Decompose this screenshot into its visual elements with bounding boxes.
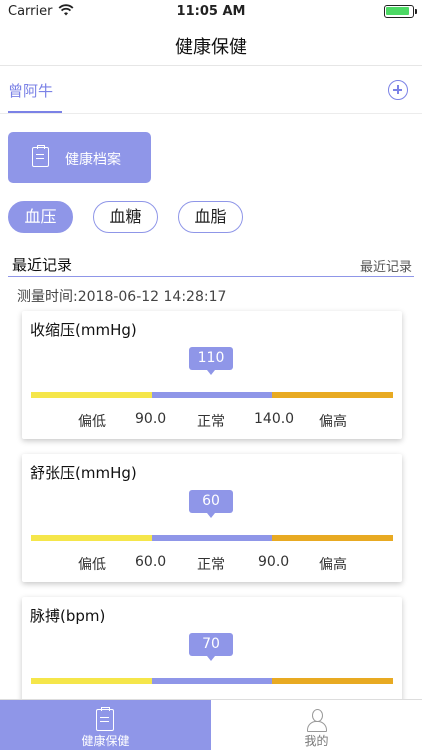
user-icon <box>307 709 327 732</box>
range-low-segment <box>31 678 152 684</box>
range-high-segment <box>272 392 393 398</box>
card-title: 舒张压(mmHg) <box>30 464 137 482</box>
low-threshold: 60.0 <box>135 554 167 570</box>
high-label: 偏高 <box>319 557 347 573</box>
range-bar <box>31 678 393 684</box>
health-file-icon <box>96 707 114 731</box>
range-labels: 偏低 60.0 正常 90.0 偏高 <box>22 554 402 573</box>
chip-blood-lipid[interactable]: 血脂 <box>178 201 243 233</box>
card-title: 脉搏(bpm) <box>30 607 106 625</box>
range-labels: 偏低 90.0 正常 140.0 偏高 <box>22 411 402 430</box>
range-bar <box>31 535 393 541</box>
status-bar: Carrier 11:05 AM <box>0 0 422 24</box>
tab-health[interactable]: 健康保健 <box>0 700 211 750</box>
health-file-button[interactable]: 健康档案 <box>8 132 151 183</box>
range-normal-segment <box>152 392 272 398</box>
value-bubble: 70 <box>189 633 233 661</box>
range-normal-segment <box>152 678 272 684</box>
range-high-segment <box>272 535 393 541</box>
low-label: 偏低 <box>78 557 106 573</box>
more-records-link[interactable]: 最近记录 <box>360 256 412 275</box>
chip-blood-sugar[interactable]: 血糖 <box>93 201 158 233</box>
health-file-label: 健康档案 <box>65 152 121 168</box>
low-label: 偏低 <box>78 414 106 430</box>
health-file-icon <box>32 145 49 167</box>
tab-health-label: 健康保健 <box>81 734 130 748</box>
value-bubble: 60 <box>189 490 233 518</box>
high-label: 偏高 <box>319 414 347 430</box>
nav-bar: 健康保健 <box>0 24 422 66</box>
pulse-card: 脉搏(bpm) 70 <box>22 597 402 707</box>
battery-icon <box>384 5 417 18</box>
member-bar: 曾阿牛 <box>0 66 422 114</box>
measure-time: 测量时间:2018-06-12 14:28:17 <box>17 289 227 305</box>
low-threshold: 90.0 <box>135 411 167 427</box>
range-normal-segment <box>152 535 272 541</box>
range-low-segment <box>31 392 152 398</box>
range-low-segment <box>31 535 152 541</box>
tab-mine-label: 我的 <box>304 734 329 748</box>
chip-blood-pressure[interactable]: 血压 <box>8 201 73 233</box>
status-time: 11:05 AM <box>176 4 246 19</box>
tab-bar: 健康保健 我的 <box>0 699 422 750</box>
high-threshold: 90.0 <box>258 554 290 570</box>
range-bar <box>31 392 393 398</box>
normal-label: 正常 <box>197 414 225 430</box>
page-title: 健康保健 <box>175 37 247 58</box>
range-high-segment <box>272 678 393 684</box>
high-threshold: 140.0 <box>254 411 295 427</box>
member-tab[interactable]: 曾阿牛 <box>8 80 62 113</box>
category-chips: 血压 血糖 血脂 <box>8 201 418 233</box>
diastolic-card: 舒张压(mmHg) 60 偏低 60.0 正常 90.0 偏高 <box>22 454 402 582</box>
systolic-card: 收缩压(mmHg) 110 偏低 90.0 正常 140.0 偏高 <box>22 311 402 439</box>
value-bubble: 110 <box>189 347 233 375</box>
tab-mine[interactable]: 我的 <box>211 700 422 750</box>
normal-label: 正常 <box>197 557 225 573</box>
section-title: 最近记录 <box>12 256 73 274</box>
card-title: 收缩压(mmHg) <box>30 321 137 339</box>
add-member-icon[interactable] <box>388 80 408 100</box>
recent-records-header: 最近记录 最近记录 <box>8 253 414 277</box>
